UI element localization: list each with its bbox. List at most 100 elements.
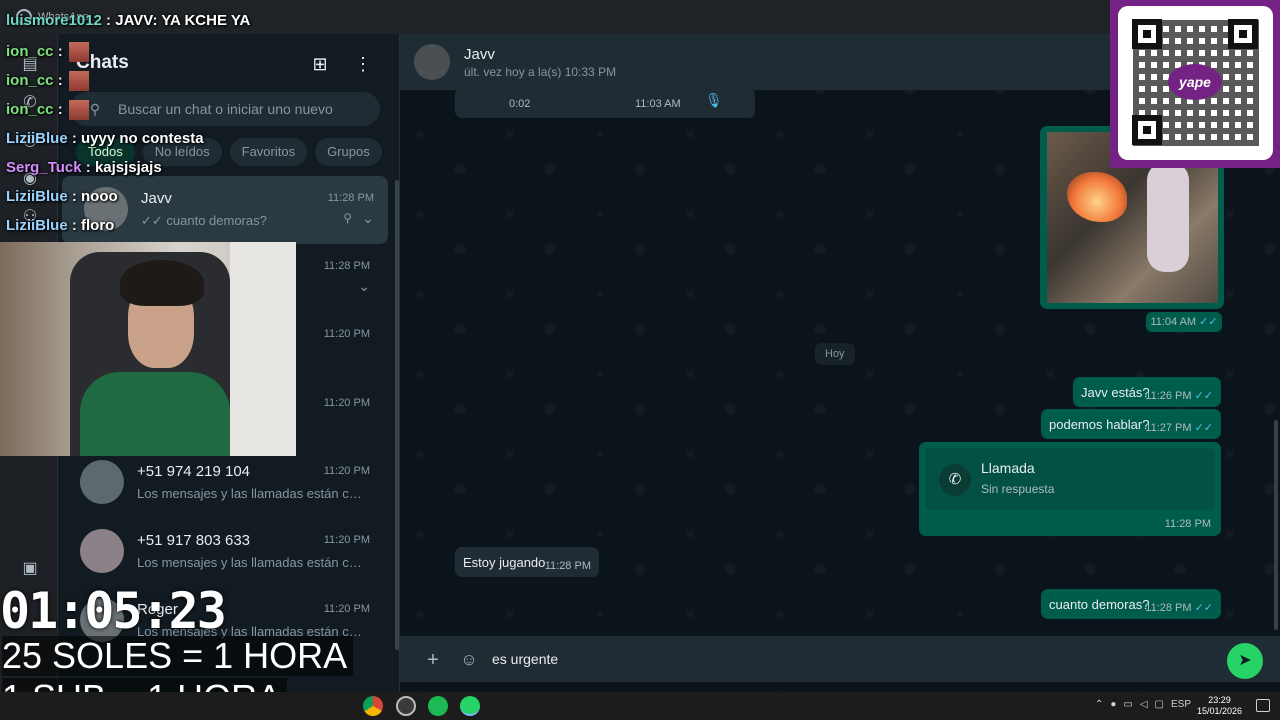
stream-chat-user: ion_cc bbox=[6, 71, 54, 89]
obs-icon[interactable] bbox=[396, 696, 416, 716]
message-text: Javv estás? bbox=[1081, 385, 1150, 400]
pin-icon: ⚲ bbox=[343, 211, 352, 225]
conversation-scrollbar[interactable] bbox=[1274, 420, 1278, 630]
chat-preview: Los mensajes y las llamadas están cifr..… bbox=[137, 555, 363, 570]
qr-code: yape bbox=[1118, 6, 1273, 160]
chat-preview: ✓✓ cuanto demoras? bbox=[141, 213, 267, 228]
message-text: podemos hablar? bbox=[1049, 417, 1150, 432]
language-indicator[interactable]: ESP bbox=[1171, 699, 1191, 710]
stream-chat-line: ion_cc : bbox=[6, 100, 89, 120]
chat-preview: Los mensajes y las llamadas están cifr..… bbox=[137, 486, 363, 501]
qr-finder bbox=[1228, 19, 1258, 49]
date-divider: Hoy bbox=[815, 343, 855, 365]
attach-plus-icon[interactable]: + bbox=[421, 648, 445, 672]
stream-chat-user: luismore1012 bbox=[6, 12, 102, 29]
chevron-down-icon[interactable]: ⌄ bbox=[362, 210, 374, 227]
stream-chat-user: ion_cc bbox=[6, 100, 54, 118]
message-time: 11:28 PM bbox=[544, 560, 591, 572]
call-time: 11:28 PM bbox=[1164, 518, 1211, 530]
filter-favorites[interactable]: Favoritos bbox=[229, 138, 308, 166]
menu-icon[interactable]: ⋮ bbox=[351, 52, 375, 76]
whatsapp-taskbar-icon[interactable] bbox=[460, 696, 480, 716]
chat-time: 11:28 PM bbox=[323, 260, 370, 272]
call-message[interactable]: ✆ Llamada Sin respuesta 11:28 PM bbox=[919, 442, 1221, 536]
contact-status: últ. vez hoy a la(s) 10:33 PM bbox=[464, 65, 617, 79]
emote-icon bbox=[68, 71, 89, 91]
microphone-icon: 🎙 bbox=[705, 92, 723, 108]
stream-chat-line: LiziiBlue : uyyy no contesta bbox=[6, 130, 204, 147]
chevron-up-icon[interactable]: ⌃ bbox=[1095, 699, 1103, 710]
clock-date: 15/01/2026 bbox=[1196, 706, 1242, 716]
taskbar: ⌃ ● ▭ ◁ ▢ ESP 23:29 15/01/2026 bbox=[0, 692, 1280, 720]
stream-chat-user: ion_cc bbox=[6, 42, 54, 60]
rate-line: 25 SOLES = 1 HORA bbox=[2, 636, 354, 676]
stream-chat-text: JAVV: YA KCHE YA bbox=[115, 12, 251, 29]
clock-time: 23:29 bbox=[1208, 695, 1231, 705]
call-card-inner[interactable]: ✆ Llamada Sin respuesta bbox=[925, 448, 1215, 510]
avatar bbox=[80, 460, 124, 504]
message-meta: 11:26 PM ✓✓ bbox=[1145, 389, 1213, 402]
spotify-icon[interactable] bbox=[428, 696, 448, 716]
chat-name: +51 917 803 633 bbox=[137, 532, 251, 549]
network-icon[interactable]: ▭ bbox=[1123, 699, 1132, 710]
chrome-icon[interactable] bbox=[363, 696, 383, 716]
filter-groups[interactable]: Grupos bbox=[315, 138, 382, 166]
chat-item[interactable]: +51 917 803 633 11:20 PM Los mensajes y … bbox=[58, 518, 384, 586]
message-time: 11:28 PM bbox=[1145, 602, 1192, 614]
yape-logo: yape bbox=[1168, 64, 1222, 100]
stream-chat-line: luismore1012 : JAVV: YA KCHE YA bbox=[6, 12, 251, 29]
contact-name[interactable]: Javv bbox=[464, 46, 495, 63]
message-bubble-out[interactable]: Javv estás? 11:26 PM ✓✓ bbox=[1073, 377, 1221, 407]
audio-duration: 0:02 bbox=[509, 98, 531, 110]
message-text: Estoy jugando bbox=[463, 555, 546, 570]
chevron-down-icon[interactable]: ⌄ bbox=[358, 278, 370, 295]
audio-message[interactable]: 0:02 11:03 AM 🎙 bbox=[455, 88, 755, 118]
message-bubble-out[interactable]: cuanto demoras? 11:28 PM ✓✓ bbox=[1041, 589, 1221, 619]
search-box[interactable]: ⚲ bbox=[70, 92, 380, 126]
message-bubble-out[interactable]: podemos hablar? 11:27 PM ✓✓ bbox=[1041, 409, 1221, 439]
sticker-icon[interactable]: ☺ bbox=[457, 648, 481, 672]
subathon-timer: 01:05:23 bbox=[0, 582, 227, 640]
chat-item[interactable]: +51 974 219 104 11:20 PM Los mensajes y … bbox=[58, 449, 384, 517]
message-input[interactable] bbox=[492, 648, 1212, 670]
microphone-icon[interactable]: ● bbox=[1110, 699, 1116, 710]
image-time-text: 11:04 AM bbox=[1150, 316, 1197, 328]
webcam-shelf bbox=[226, 242, 296, 456]
new-chat-icon[interactable]: ⊞ bbox=[308, 52, 332, 76]
contact-avatar[interactable] bbox=[414, 44, 450, 80]
stream-chat-line: LiziiBlue : floro bbox=[6, 217, 115, 234]
stream-chat-line: LiziiBlue : nooo bbox=[6, 188, 118, 205]
chat-time: 11:28 PM bbox=[327, 192, 374, 204]
audio-time: 11:03 AM bbox=[635, 98, 681, 110]
stream-chat-user: LiziiBlue bbox=[6, 130, 68, 147]
read-ticks-icon: ✓✓ bbox=[1194, 422, 1213, 434]
taskbar-clock[interactable]: 23:29 15/01/2026 bbox=[1197, 695, 1242, 717]
chat-name: Javv bbox=[141, 190, 172, 207]
screen: WhatsApp ▤ ✆ ◎ ◉ ⚇ ▣ Chats ⊞ ⋮ ⚲ Todos N… bbox=[0, 0, 1280, 720]
display-icon[interactable]: ▢ bbox=[1155, 699, 1164, 710]
message-composer: + ☺ ➤ bbox=[400, 636, 1280, 682]
notification-icon[interactable] bbox=[1256, 699, 1270, 712]
media-icon[interactable]: ▣ bbox=[19, 558, 41, 580]
message-time: 11:27 PM bbox=[1145, 422, 1192, 434]
webcam-hair bbox=[120, 260, 204, 306]
send-button[interactable]: ➤ bbox=[1227, 643, 1263, 679]
call-subtitle: Sin respuesta bbox=[981, 482, 1055, 496]
message-time: 11:26 PM bbox=[1145, 390, 1192, 402]
emote-icon bbox=[68, 42, 89, 62]
message-text: cuanto demoras? bbox=[1049, 597, 1150, 612]
photo-fire bbox=[1067, 172, 1127, 222]
volume-icon[interactable]: ◁ bbox=[1140, 699, 1148, 710]
stream-chat-text: nooo bbox=[81, 188, 118, 205]
search-input[interactable] bbox=[118, 100, 368, 118]
chat-time: 11:20 PM bbox=[323, 328, 370, 340]
chat-list-scrollbar[interactable] bbox=[395, 180, 399, 650]
image-time: 11:04 AM ✓✓ bbox=[1146, 312, 1222, 332]
message-bubble-in[interactable]: Estoy jugando 11:28 PM bbox=[455, 547, 599, 577]
stream-chat-text: uyyy no contesta bbox=[81, 130, 204, 147]
chat-time: 11:20 PM bbox=[323, 534, 370, 546]
avatar bbox=[80, 529, 124, 573]
read-ticks-icon: ✓✓ bbox=[1199, 316, 1218, 328]
missed-call-icon: ✆ bbox=[939, 464, 971, 496]
stream-chat-user: LiziiBlue bbox=[6, 217, 68, 234]
